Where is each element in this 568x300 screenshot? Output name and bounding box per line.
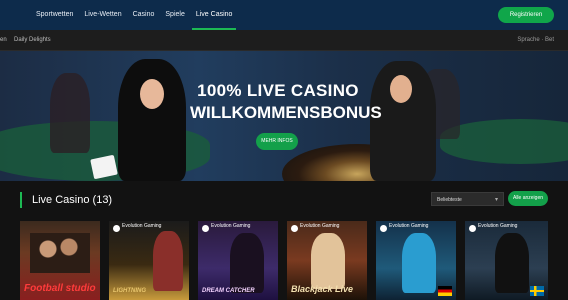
language-selector[interactable]: Sprache · Bet: [517, 37, 554, 43]
section-header: Live Casino (13): [20, 191, 112, 209]
tile-title: DREAM CATCHER: [202, 288, 255, 294]
tile-provider: Evolution Gaming: [122, 223, 162, 229]
section-accent-bar: [20, 192, 22, 208]
register-button[interactable]: Registrieren: [498, 7, 554, 23]
tile-title: Football studio: [24, 283, 96, 294]
game-tile-dealer-de[interactable]: Evolution Gaming: [376, 221, 456, 300]
nav-live-wetten[interactable]: Live-Wetten: [84, 0, 121, 30]
germany-flag-icon: [438, 286, 452, 296]
sub-navigation-bar: en Daily Delights Sprache · Bet: [0, 30, 568, 51]
nav-casino[interactable]: Casino: [133, 0, 155, 30]
game-tile-dealer-se[interactable]: Evolution Gaming: [465, 221, 548, 300]
tile-title: Blackjack Live: [291, 284, 354, 294]
dealer-image: [495, 233, 529, 293]
game-tile-blackjack[interactable]: Evolution Gaming Blackjack Live: [287, 221, 367, 300]
section-title: Live Casino (13): [32, 194, 113, 206]
provider-logo-icon: [469, 225, 476, 232]
game-tiles: Football studio Evolution Gaming LIGHTNI…: [20, 221, 548, 300]
show-all-button[interactable]: Alle anzeigen: [508, 191, 548, 206]
top-navigation-bar: Sportwetten Live-Wetten Casino Spiele Li…: [0, 0, 568, 30]
background-dealer-left: [50, 73, 90, 153]
chevron-down-icon: ▾: [494, 197, 498, 203]
nav-sportwetten[interactable]: Sportwetten: [36, 0, 73, 30]
game-tile-football-studio[interactable]: Football studio: [20, 221, 100, 300]
dealer-image: [230, 233, 264, 293]
nav-spiele[interactable]: Spiele: [165, 0, 184, 30]
sort-select-value: Beliebteste: [437, 197, 462, 203]
nav-live-casino[interactable]: Live Casino: [191, 0, 236, 30]
tile-provider: Evolution Gaming: [389, 223, 429, 229]
dealer-left-face: [140, 79, 164, 109]
subnav-item-cut[interactable]: en: [0, 37, 7, 43]
dealer-left-image: [118, 59, 186, 181]
tile-provider: Evolution Gaming: [211, 223, 251, 229]
provider-logo-icon: [380, 225, 387, 232]
hero-headline: 100% LIVE CASINO: [197, 81, 359, 100]
provider-logo-icon: [291, 225, 298, 232]
tile-provider: Evolution Gaming: [300, 223, 340, 229]
subnav-item-daily-delights[interactable]: Daily Delights: [14, 37, 51, 43]
provider-logo-icon: [202, 225, 209, 232]
tile-title: LIGHTNING: [113, 288, 146, 294]
main-nav: Sportwetten Live-Wetten Casino Spiele Li…: [36, 0, 236, 30]
game-tile-dream-catcher[interactable]: Evolution Gaming DREAM CATCHER: [198, 221, 278, 300]
sweden-flag-icon: [530, 286, 544, 296]
game-tile-lightning[interactable]: Evolution Gaming LIGHTNING: [109, 221, 189, 300]
dealer-right-face: [390, 75, 412, 103]
hero-banner: 100% LIVE CASINO WILLKOMMENSBONUS MEHR I…: [0, 51, 568, 181]
dealer-image: [153, 231, 183, 291]
players-image: [30, 233, 90, 273]
tile-provider: Evolution Gaming: [478, 223, 518, 229]
more-info-button[interactable]: MEHR INFOS: [256, 133, 298, 150]
sort-select[interactable]: Beliebteste ▾: [431, 192, 504, 206]
dealer-image: [402, 233, 436, 293]
dealer-image: [311, 233, 345, 289]
provider-logo-icon: [113, 225, 120, 232]
hero-subheadline: WILLKOMMENSBONUS: [190, 103, 382, 122]
